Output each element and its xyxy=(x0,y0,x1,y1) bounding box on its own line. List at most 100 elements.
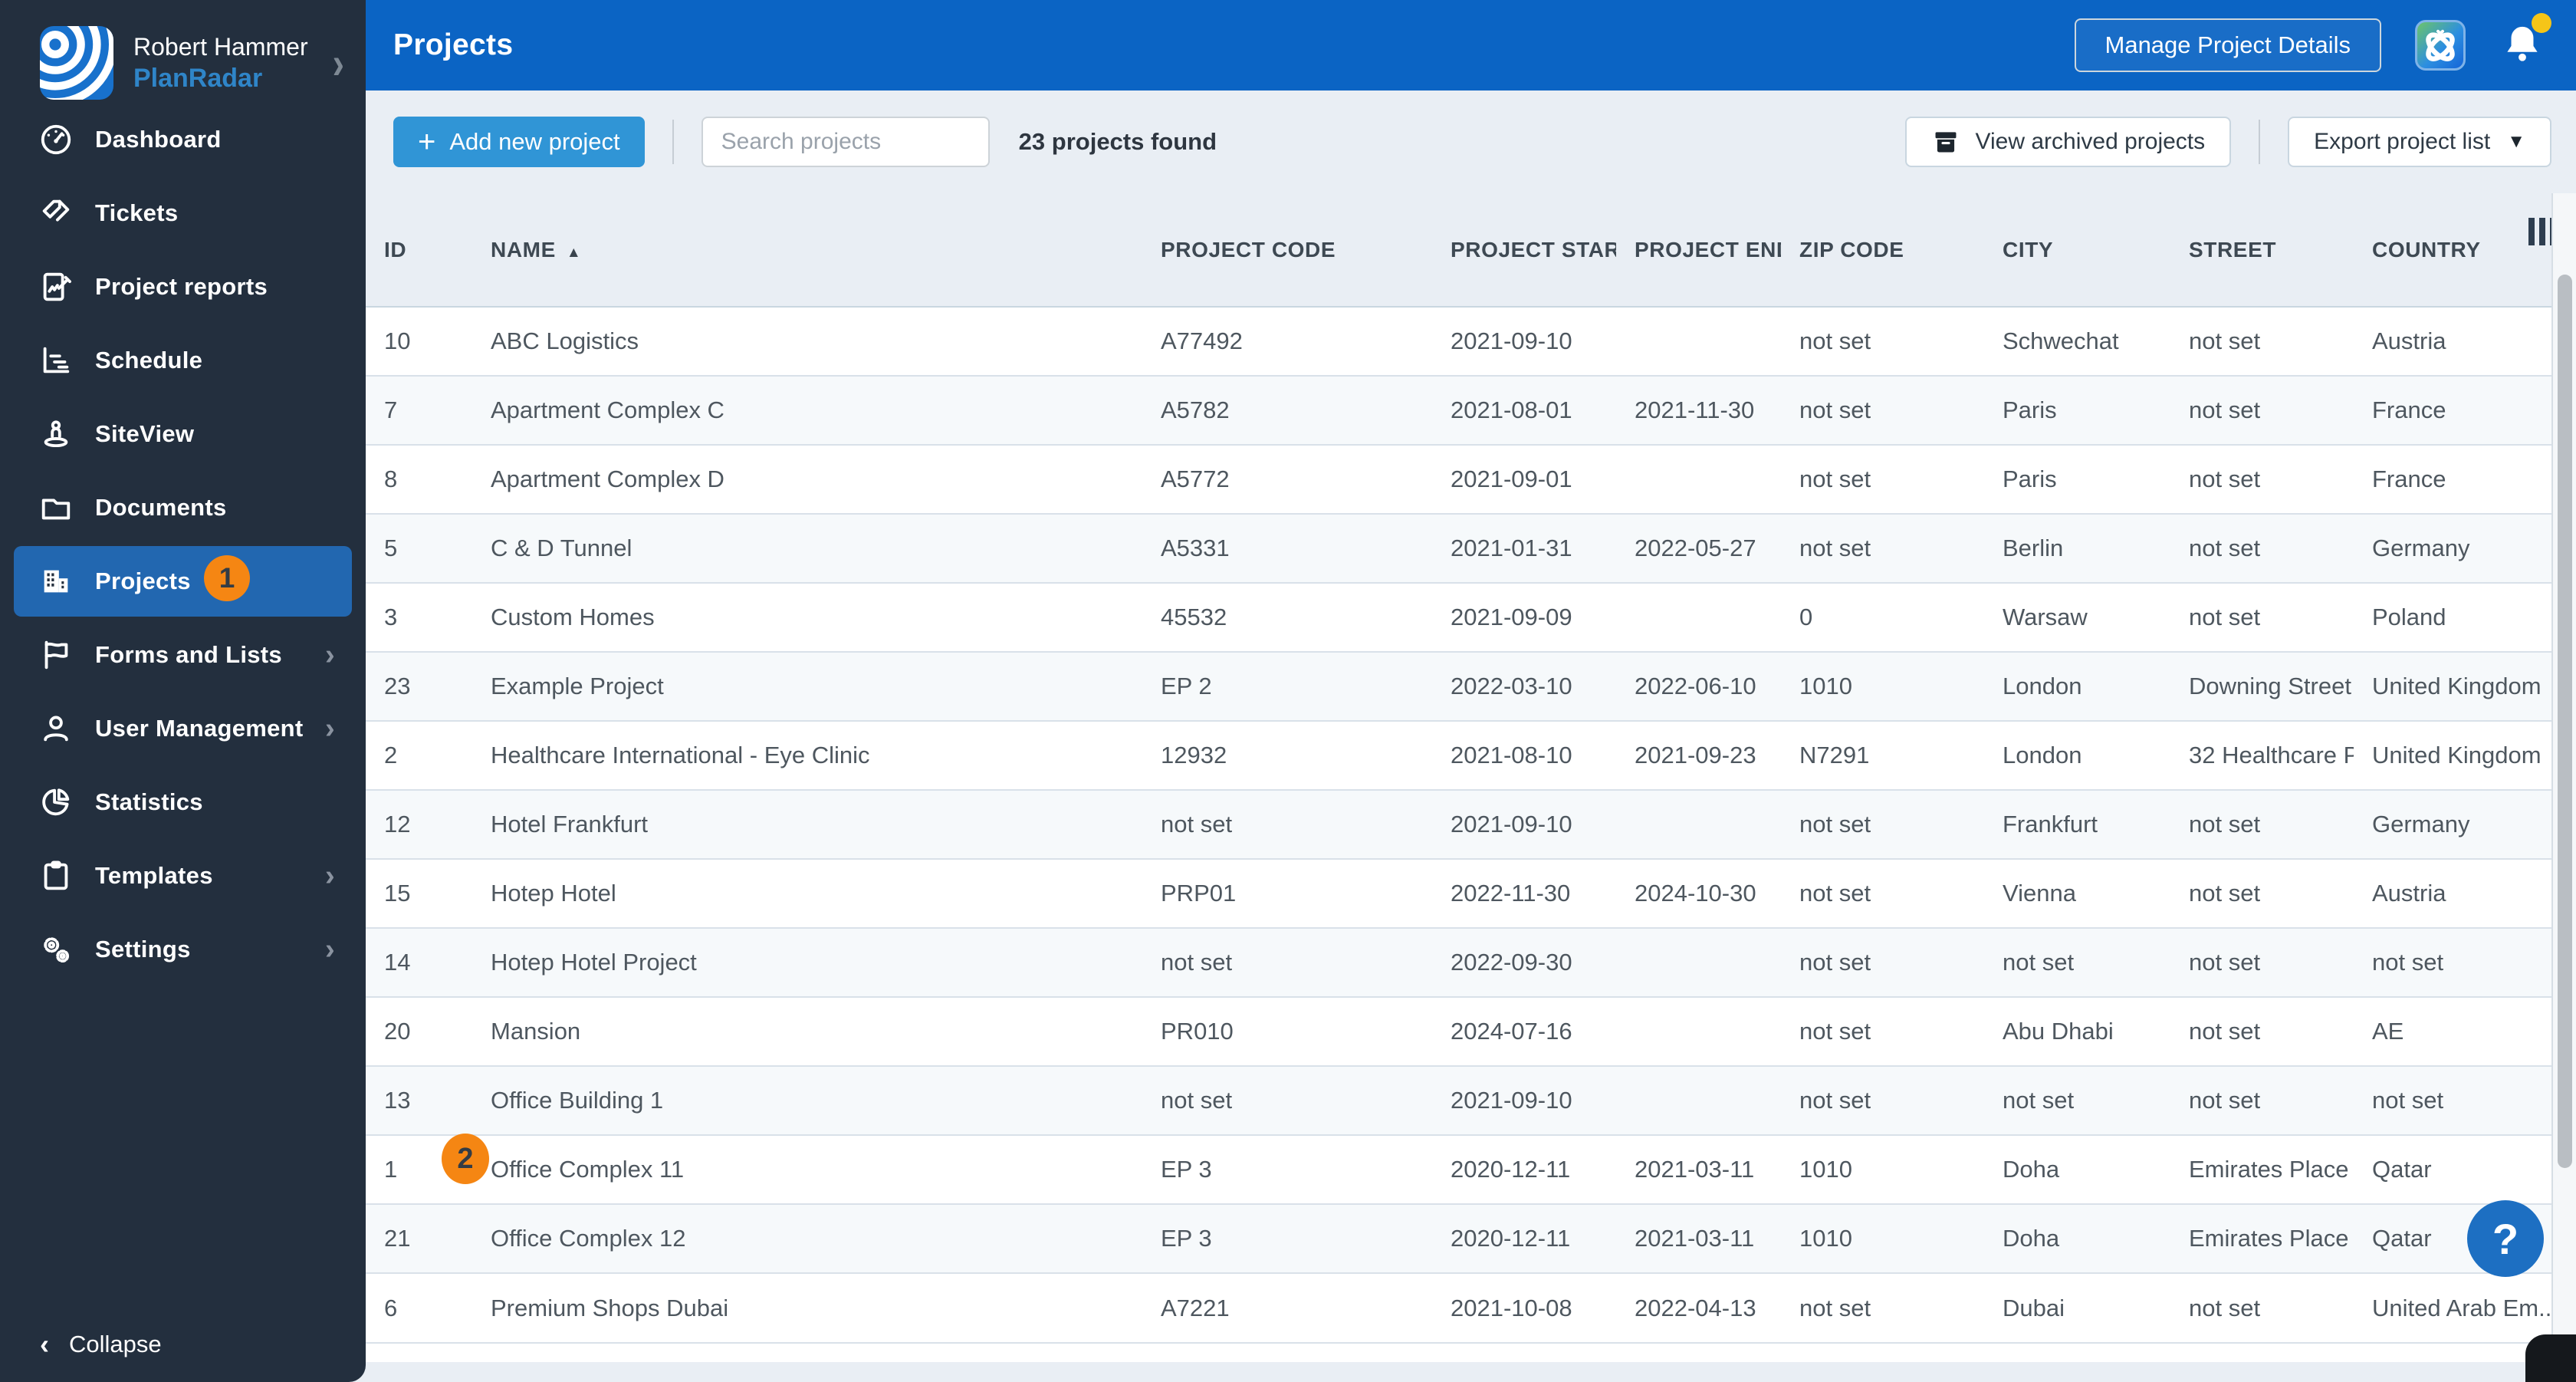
table-cell: 23 xyxy=(384,673,411,699)
sidebar-item-tickets[interactable]: Tickets xyxy=(0,176,366,250)
table-row[interactable]: 23 Example Project EP 2 2022-03-10 2022-06-1… xyxy=(366,652,2551,721)
table-cell xyxy=(1616,307,1781,376)
table-row[interactable]: 10 ABC Logistics A77492 2021-09-10 not set Sc… xyxy=(366,307,2551,376)
table-cell: PRP01 xyxy=(1161,880,1237,907)
sidebar-item-settings[interactable]: Settings › xyxy=(0,913,366,986)
table-cell: Emirates Place 1 xyxy=(2189,1225,2354,1252)
table-cell: not set xyxy=(2189,1087,2261,1114)
column-header-id[interactable]: ID xyxy=(366,193,472,308)
column-header-zip-code[interactable]: ZIP CODE xyxy=(1781,193,1984,308)
column-header-project-end[interactable]: PROJECT END xyxy=(1616,193,1781,308)
help-button[interactable]: ? xyxy=(2467,1200,2544,1277)
table-cell: 10 xyxy=(384,327,411,354)
divider xyxy=(672,120,674,164)
table-cell: not set xyxy=(1799,1294,1871,1321)
table-cell: not set xyxy=(1799,1018,1871,1045)
view-archived-projects-button[interactable]: View archived projects xyxy=(1904,117,2232,167)
app-switcher-icon[interactable] xyxy=(2415,20,2466,71)
table-cell: not set xyxy=(1799,1087,1871,1114)
table-cell: Berlin xyxy=(2003,535,2064,561)
table-cell: not set xyxy=(2189,880,2261,907)
table-row[interactable]: 14 Hotep Hotel Project not set 2022-09-30 no… xyxy=(366,928,2551,997)
manage-project-details-button[interactable]: Manage Project Details xyxy=(2074,18,2381,72)
table-cell xyxy=(1616,928,1781,997)
table-cell: 2021-03-11 xyxy=(1635,1156,1755,1183)
table-row[interactable]: 6 Premium Shops Dubai A7221 2021-10-08 2022-… xyxy=(366,1273,2551,1342)
table-row[interactable]: 21 Office Complex 12 EP 3 2020-12-11 2021-03… xyxy=(366,1204,2551,1273)
table-cell: PR010 xyxy=(1161,1018,1234,1045)
table-cell: A5772 xyxy=(1161,466,1230,492)
table-cell: 2021-09-10 xyxy=(1451,327,1572,354)
table-cell: London xyxy=(2003,742,2082,768)
table-cell: not set xyxy=(1161,811,1233,837)
table-row[interactable]: 12 Hotel Frankfurt not set 2021-09-10 not se… xyxy=(366,790,2551,859)
table-row[interactable]: 13 Office Building 1 not set 2021-09-10 not … xyxy=(366,1066,2551,1135)
table-cell: United Arab Em... xyxy=(2372,1294,2551,1321)
table-cell: not set xyxy=(1799,949,1871,976)
vertical-scrollbar-track[interactable] xyxy=(2551,193,2576,1382)
column-header-city[interactable]: CITY xyxy=(1984,193,2170,308)
table-row[interactable]: 20 Mansion PR010 2024-07-16 not set Abu Dhabi… xyxy=(366,997,2551,1066)
sidebar-item-label: Forms and Lists xyxy=(95,641,282,668)
gears-icon xyxy=(38,932,74,967)
table-cell: 2021-03-11 xyxy=(1635,1225,1755,1252)
table-cell: not set xyxy=(1799,327,1871,354)
table-cell: not set xyxy=(2189,466,2261,492)
table-cell: A5331 xyxy=(1161,535,1230,561)
sidebar-item-label: Documents xyxy=(95,494,227,521)
table-row[interactable]: 8 Apartment Complex D A5772 2021-09-01 not s… xyxy=(366,445,2551,514)
sidebar-nav: Dashboard Tickets Project reports Schedule S… xyxy=(0,103,366,986)
add-new-project-button[interactable]: + Add new project xyxy=(393,117,645,167)
brand-name: PlanRadar xyxy=(133,63,263,93)
table-cell: Downing Street ... xyxy=(2189,673,2354,699)
sidebar-item-documents[interactable]: Documents xyxy=(0,471,366,545)
table-cell: not set xyxy=(2189,811,2261,837)
toolbar: + Add new project 23 projects found View… xyxy=(366,90,2551,193)
column-header-project-start[interactable]: PROJECT START xyxy=(1432,193,1616,308)
table-cell: 2021-09-23 xyxy=(1635,742,1756,768)
table-row[interactable]: 5 C & D Tunnel A5331 2021-01-31 2022-05-27 no… xyxy=(366,514,2551,583)
table-cell: Paris xyxy=(2003,397,2057,423)
sidebar-item-dashboard[interactable]: Dashboard xyxy=(0,103,366,176)
table-row[interactable]: 3 Custom Homes 45532 2021-09-09 0 Warsaw not s… xyxy=(366,583,2551,652)
table-cell: 2022-09-30 xyxy=(1451,949,1572,976)
table-row[interactable]: 1 Office Complex 11 EP 3 2020-12-11 2021-03-… xyxy=(366,1135,2551,1204)
table-cell: Doha xyxy=(2003,1225,2060,1252)
table-row[interactable]: 7 Apartment Complex C A5782 2021-08-01 2021-… xyxy=(366,376,2551,445)
collapse-button[interactable]: ‹ Collapse xyxy=(40,1328,162,1361)
table-cell xyxy=(1616,583,1781,652)
sidebar-item-forms-and-lists[interactable]: Forms and Lists › xyxy=(0,618,366,692)
user-icon xyxy=(38,711,74,746)
export-project-list-button[interactable]: Export project list ▼ xyxy=(2288,117,2551,167)
table-cell: 2021-09-01 xyxy=(1451,466,1572,492)
table-row[interactable]: 15 Hotep Hotel PRP01 2022-11-30 2024-10-30 no… xyxy=(366,859,2551,928)
table-cell: Apartment Complex D xyxy=(491,466,724,492)
column-header-country[interactable]: COUNTRY xyxy=(2354,193,2551,308)
table-cell: Doha xyxy=(2003,1156,2060,1183)
sidebar-item-schedule[interactable]: Schedule xyxy=(0,324,366,397)
sidebar-item-user-management[interactable]: User Management › xyxy=(0,692,366,765)
table-cell: 2022-06-10 xyxy=(1635,673,1756,699)
column-header-street[interactable]: STREET xyxy=(2170,193,2354,308)
sidebar-item-projects[interactable]: Projects xyxy=(14,546,352,617)
table-cell: A7221 xyxy=(1161,1294,1230,1321)
table-row[interactable]: 2 Healthcare International - Eye Clinic 12… xyxy=(366,721,2551,790)
column-header-name[interactable]: NAME ▲ xyxy=(472,193,1142,308)
flag-icon xyxy=(38,637,74,673)
column-header-project-code[interactable]: PROJECT CODE xyxy=(1142,193,1432,308)
sidebar-item-statistics[interactable]: Statistics xyxy=(0,765,366,839)
table-cell: A5782 xyxy=(1161,397,1230,423)
notifications-button[interactable] xyxy=(2501,12,2551,69)
plus-icon: + xyxy=(418,125,436,159)
sidebar-item-label: Dashboard xyxy=(95,126,222,153)
chevron-right-icon[interactable]: › xyxy=(333,37,344,89)
sidebar-item-siteview[interactable]: SiteView xyxy=(0,397,366,471)
table-cell: not set xyxy=(2189,397,2261,423)
search-input[interactable] xyxy=(701,117,990,167)
table-cell: Frankfurt xyxy=(2003,811,2098,837)
table-cell: Austria xyxy=(2372,880,2446,907)
sidebar-item-templates[interactable]: Templates › xyxy=(0,839,366,913)
vertical-scrollbar-thumb[interactable] xyxy=(2558,275,2572,1168)
account-switcher[interactable]: Robert Hammer PlanRadar › xyxy=(0,0,366,100)
sidebar-item-project-reports[interactable]: Project reports xyxy=(0,250,366,324)
